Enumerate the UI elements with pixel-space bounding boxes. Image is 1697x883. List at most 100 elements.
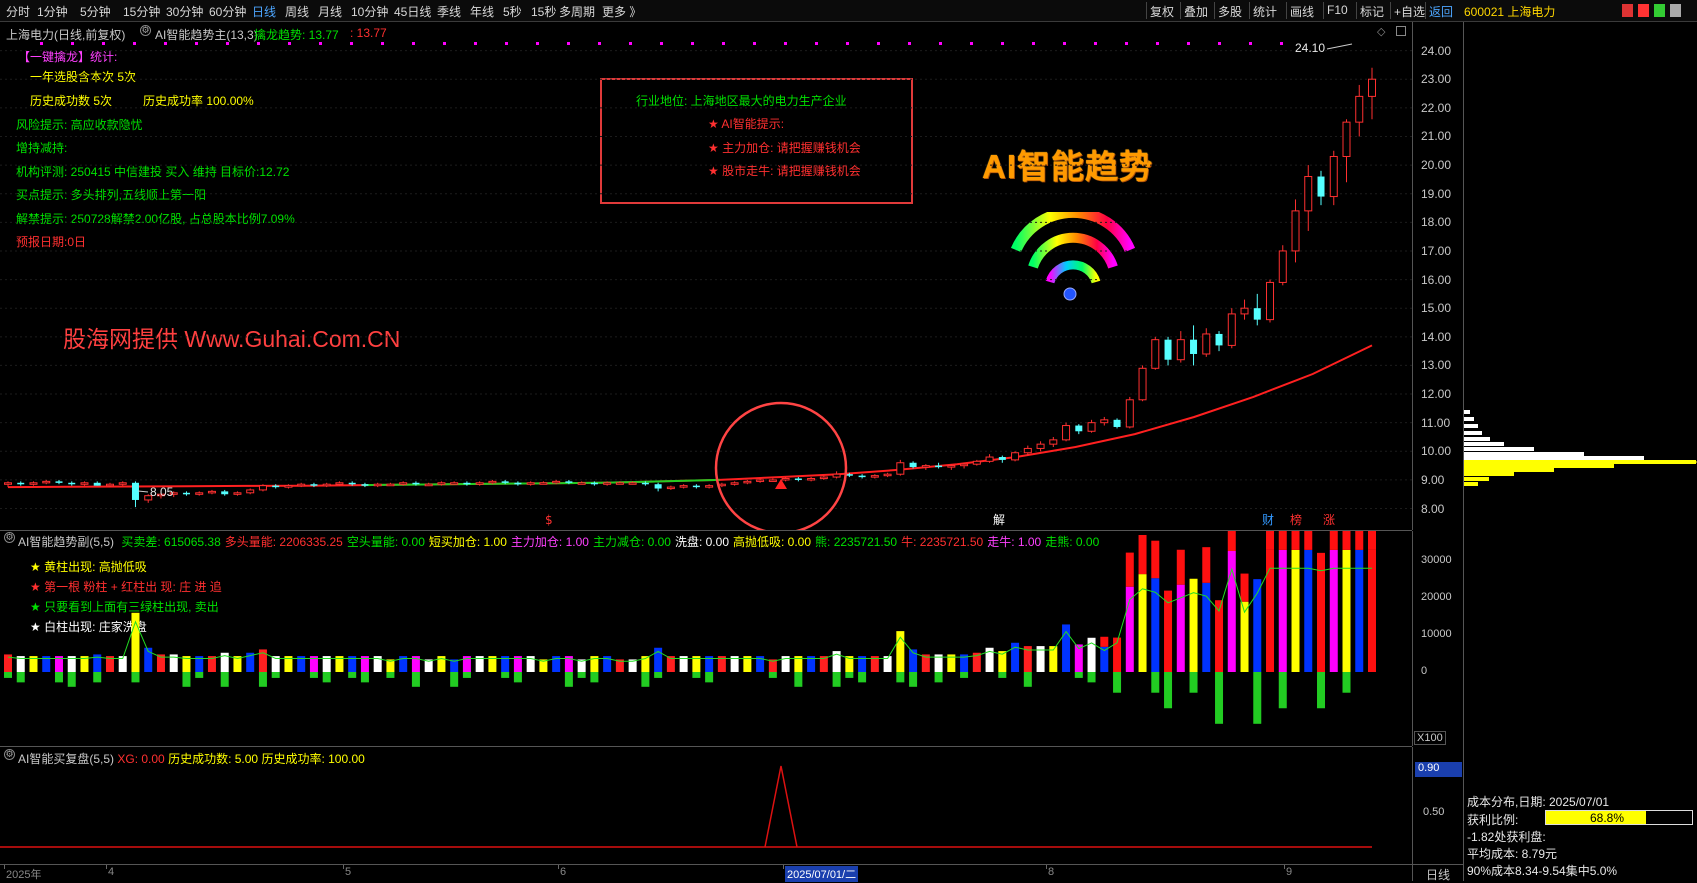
volume-bar [1113, 637, 1122, 693]
cost-bar [1464, 482, 1478, 486]
candle [29, 481, 38, 486]
period-tab[interactable]: 分时 [6, 3, 30, 20]
volume-bar [794, 656, 803, 687]
date-label: 5 [345, 866, 352, 878]
price-tick: 12.00 [1421, 387, 1452, 402]
period-tab[interactable]: 10分钟 [351, 3, 388, 20]
period-tab[interactable]: 30分钟 [166, 3, 203, 20]
profit-label: 获利比例: [1467, 813, 1519, 827]
volume-bar [1202, 547, 1211, 672]
candle [1240, 299, 1249, 320]
price-tick: 15.00 [1421, 301, 1452, 316]
toolbar-button[interactable]: 多股 [1218, 3, 1242, 20]
period-tab[interactable]: 1分钟 [37, 3, 68, 20]
candle [896, 459, 905, 476]
toolbar-button[interactable]: 复权 [1150, 3, 1174, 20]
cost-bar [1464, 464, 1614, 468]
volume-bar [1125, 552, 1134, 672]
candle [1278, 245, 1287, 286]
volume-bar [768, 659, 777, 678]
candle [424, 482, 433, 487]
candle [1176, 331, 1185, 363]
signal-dot [939, 42, 942, 45]
toolbar-separator [1249, 2, 1250, 19]
period-tab[interactable]: 日线 [252, 3, 276, 20]
candle [258, 484, 267, 492]
toolbar-button[interactable]: 标记 [1360, 3, 1384, 20]
candle [756, 478, 765, 483]
candle [1342, 119, 1351, 183]
date-label[interactable]: 2025/07/01/二 [785, 866, 859, 882]
period-tab[interactable]: 周线 [285, 3, 309, 20]
green-flag-icon[interactable] [1654, 4, 1665, 17]
candle [883, 472, 892, 478]
period-tab[interactable]: 多周期 [559, 3, 595, 20]
volume-bar [258, 649, 267, 687]
volume-bar-chart[interactable] [0, 531, 1412, 746]
period-tab[interactable]: 15秒 [531, 3, 556, 20]
price-tick: 14.00 [1421, 329, 1452, 344]
candle [221, 489, 229, 496]
volume-tick: 30000 [1421, 554, 1452, 566]
candle [386, 482, 395, 487]
candle [475, 481, 484, 486]
cost-bar [1464, 468, 1554, 472]
period-tab[interactable]: 季线 [437, 3, 461, 20]
volume-bar [1138, 534, 1147, 672]
candle [539, 481, 548, 485]
volume-tick: 10000 [1421, 628, 1452, 640]
review-signal-chart[interactable] [0, 747, 1412, 864]
signal-dot [1032, 42, 1035, 45]
red-flag-icon[interactable] [1638, 4, 1649, 17]
volume-bar [1342, 531, 1351, 693]
volume-bar [54, 656, 63, 683]
cost-bar [1464, 442, 1504, 446]
toolbar-separator [1425, 2, 1426, 19]
signal-dot [412, 42, 415, 45]
period-tab[interactable]: 60分钟 [209, 3, 246, 20]
signal-dot [288, 42, 291, 45]
period-tab[interactable]: 更多 》 [602, 3, 641, 20]
toolbar-button[interactable]: 叠加 [1184, 3, 1208, 20]
period-tab[interactable]: 45日线 [394, 3, 431, 20]
candle [679, 484, 688, 489]
signal-dot [1094, 42, 1097, 45]
price-tick: 23.00 [1421, 72, 1452, 87]
candle [935, 462, 943, 469]
price-tick: 10.00 [1421, 444, 1452, 459]
signal-dot [257, 42, 260, 45]
candle [1100, 416, 1109, 426]
date-axis: 2025年 4 5 6 2025/07/01/二 8 9 [0, 864, 1412, 882]
volume-bar [195, 656, 204, 678]
signal-dot [40, 42, 43, 45]
toolbar-button[interactable]: 统计 [1253, 3, 1277, 20]
signal-dot [970, 42, 973, 45]
candlestick-chart[interactable]: 24.10 8.05 $ 解 财 榜 涨 [0, 22, 1412, 530]
signal-dot [1001, 42, 1004, 45]
arrow-icon[interactable] [1670, 4, 1681, 17]
signal-dot [1280, 42, 1283, 45]
note-icon[interactable] [1622, 4, 1633, 17]
toolbar-button[interactable]: F10 [1327, 3, 1348, 17]
toolbar-button[interactable]: +自选 [1394, 3, 1425, 20]
volume-bar [348, 656, 357, 678]
period-tab[interactable]: 月线 [318, 3, 342, 20]
candle [195, 491, 204, 496]
period-tab[interactable]: 5分钟 [80, 3, 111, 20]
candle [692, 484, 700, 489]
period-tab[interactable]: 15分钟 [123, 3, 160, 20]
volume-bar [93, 654, 102, 683]
candle [118, 481, 127, 486]
stock-code-name[interactable]: 600021 上海电力 [1464, 3, 1555, 20]
candle [743, 479, 752, 485]
period-indicator[interactable]: 日线 [1412, 864, 1463, 882]
candle [233, 491, 242, 496]
period-tab[interactable]: 5秒 [503, 3, 522, 20]
toolbar-button[interactable]: 返回 [1429, 3, 1453, 20]
period-tab[interactable]: 年线 [470, 3, 494, 20]
volume-bar [271, 656, 280, 678]
price-tick: 8.00 [1421, 501, 1445, 516]
toolbar-button[interactable]: 画线 [1290, 3, 1314, 20]
volume-bar [564, 656, 573, 687]
candle [361, 482, 369, 488]
